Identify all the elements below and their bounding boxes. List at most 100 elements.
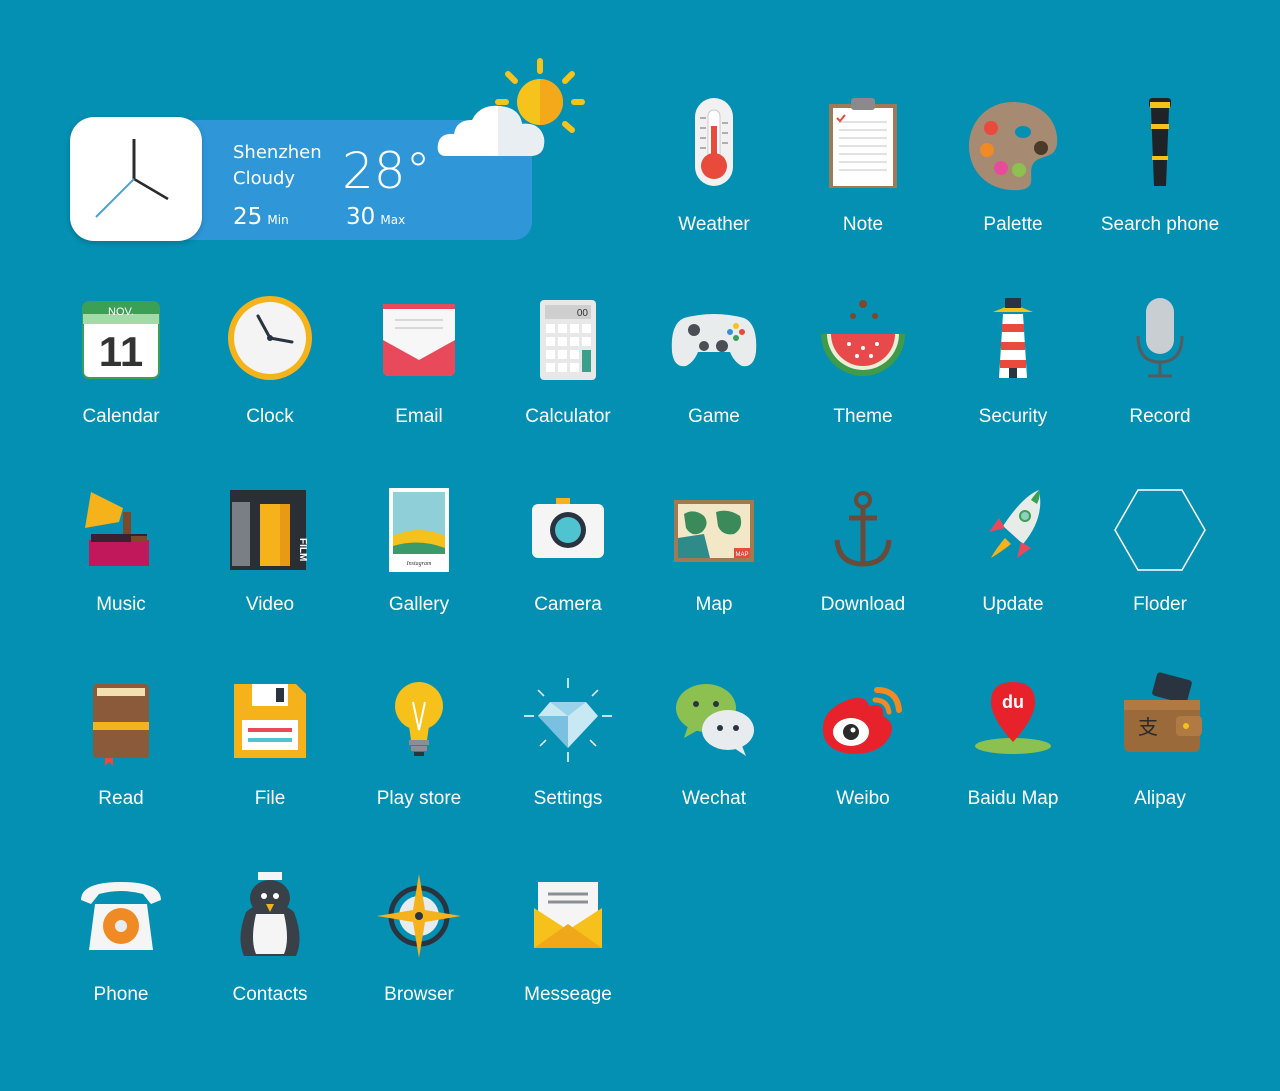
diamond-icon <box>524 678 612 762</box>
app-messeage[interactable]: Messeage <box>493 868 643 1018</box>
app-label: Calculator <box>525 406 611 427</box>
watermelon-icon <box>821 300 905 376</box>
app-theme[interactable]: Theme <box>788 290 938 440</box>
app-palette[interactable]: Palette <box>938 98 1088 248</box>
app-download[interactable]: Download <box>788 478 938 628</box>
gamepad-icon <box>671 314 757 367</box>
compass-icon <box>377 874 461 958</box>
microphone-icon <box>1136 298 1184 378</box>
analog-clock[interactable] <box>70 117 202 241</box>
world-map-icon: MAP <box>674 500 754 562</box>
app-baidu-map[interactable]: du Baidu Map <box>938 672 1088 822</box>
book-icon <box>93 684 149 766</box>
app-weibo[interactable]: Weibo <box>788 672 938 822</box>
app-clock[interactable]: Clock <box>195 290 345 440</box>
clock-icon <box>228 296 312 380</box>
condition-label: Cloudy <box>233 168 296 189</box>
app-email[interactable]: Email <box>344 290 494 440</box>
calendar-icon: NOV. 11 <box>82 301 160 379</box>
max-value: 30 <box>346 204 376 230</box>
calendar-day: 11 <box>99 328 143 375</box>
app-label: Weibo <box>836 788 890 809</box>
app-label: Security <box>978 406 1048 427</box>
anchor-icon <box>834 491 892 567</box>
app-label: Baidu Map <box>967 788 1059 809</box>
app-calculator[interactable]: 00 Calculator <box>493 290 643 440</box>
envelope-icon <box>383 304 455 376</box>
weibo-eye-icon <box>822 687 902 754</box>
app-game[interactable]: Game <box>639 290 789 440</box>
app-security[interactable]: Security <box>938 290 1088 440</box>
letter-icon <box>534 882 602 948</box>
app-read[interactable]: Read <box>46 672 196 822</box>
penguin-icon <box>240 872 300 956</box>
app-label: Phone <box>93 984 149 1005</box>
max-unit: Max <box>380 213 406 227</box>
current-temperature: 28° <box>342 142 431 200</box>
app-label: Search phone <box>1100 214 1220 235</box>
app-label: Floder <box>1133 594 1187 615</box>
app-label: Download <box>820 594 906 615</box>
app-wechat[interactable]: Wechat <box>639 672 789 822</box>
clock-hands-icon <box>95 139 169 218</box>
app-label: Messeage <box>524 984 612 1005</box>
app-label: File <box>254 788 286 809</box>
app-label: Record <box>1129 406 1191 427</box>
app-file[interactable]: File <box>195 672 345 822</box>
app-map[interactable]: MAP Map <box>639 478 789 628</box>
app-record[interactable]: Record <box>1085 290 1235 440</box>
app-label: Alipay <box>1134 788 1186 809</box>
app-label: Email <box>395 406 443 427</box>
app-video[interactable]: FILM Video <box>195 478 345 628</box>
chat-bubbles-icon <box>676 684 754 756</box>
min-unit: Min <box>267 213 289 227</box>
polaroid-caption: Instagram <box>406 561 432 567</box>
app-label: Calendar <box>82 406 160 427</box>
app-label: Camera <box>534 594 602 615</box>
app-label: Video <box>245 594 295 615</box>
lighthouse-icon <box>993 298 1033 378</box>
app-label: Map <box>695 594 733 615</box>
cloud-icon <box>437 105 545 156</box>
app-play-store[interactable]: Play store <box>344 672 494 822</box>
app-label: Music <box>96 594 146 615</box>
gramophone-icon <box>85 492 149 566</box>
app-note[interactable]: Note <box>788 98 938 248</box>
light-bulb-icon <box>395 682 443 756</box>
app-label: Clock <box>246 406 294 427</box>
min-temperature: 25 Min <box>233 204 289 230</box>
app-search-phone[interactable]: Search phone <box>1085 98 1235 248</box>
app-label: Game <box>688 406 740 427</box>
camera-icon <box>532 498 604 558</box>
city-label: Shenzhen <box>233 142 322 163</box>
app-contacts[interactable]: Contacts <box>195 868 345 1018</box>
app-label: Gallery <box>388 594 450 615</box>
app-label: Contacts <box>232 984 308 1005</box>
map-pin-icon: du <box>975 682 1051 754</box>
telescope-icon <box>1149 98 1171 186</box>
weather-widget[interactable]: Shenzhen Cloudy 28° 25 Min 30 Max <box>70 58 590 248</box>
app-label: Note <box>842 214 884 235</box>
app-alipay[interactable]: 支 Alipay <box>1085 672 1235 822</box>
clipboard-icon <box>829 98 897 188</box>
app-update[interactable]: Update <box>938 478 1088 628</box>
calendar-month: NOV. <box>108 306 134 318</box>
launcher-screen: { "colors": {"background": "#0390b2", "w… <box>0 0 1280 1091</box>
app-floder[interactable]: Floder <box>1085 478 1235 628</box>
min-value: 25 <box>233 204 263 230</box>
app-label: Update <box>982 594 1044 615</box>
app-phone[interactable]: Phone <box>46 868 196 1018</box>
app-label: Theme <box>833 406 893 427</box>
palette-icon <box>969 102 1058 191</box>
app-browser[interactable]: Browser <box>344 868 494 1018</box>
alipay-logo-text: 支 <box>1138 715 1158 739</box>
app-camera[interactable]: Camera <box>493 478 643 628</box>
app-weather[interactable]: Weather <box>639 98 789 248</box>
app-settings[interactable]: Settings <box>493 672 643 822</box>
app-music[interactable]: Music <box>46 478 196 628</box>
app-label: Weather <box>678 214 750 235</box>
app-calendar[interactable]: NOV. 11 Calendar <box>46 290 196 440</box>
app-gallery[interactable]: Instagram Gallery <box>344 478 494 628</box>
app-label: Palette <box>983 214 1043 235</box>
calculator-display: 00 <box>577 308 589 319</box>
